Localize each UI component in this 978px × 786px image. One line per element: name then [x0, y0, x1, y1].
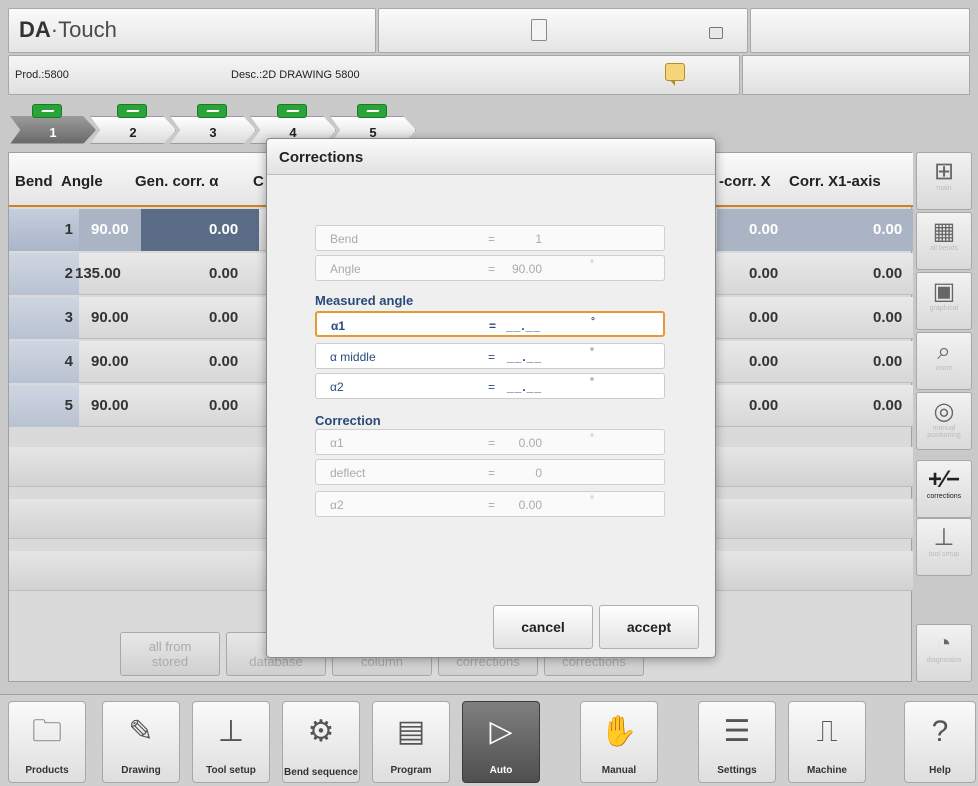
- nav-drawing[interactable]: ✎ Drawing: [102, 701, 180, 783]
- measured-alpha1-input[interactable]: α1 = __.__ °: [315, 311, 665, 337]
- cell-angle: 90.00: [91, 353, 129, 370]
- cell-corr-x1: 0.00: [873, 265, 903, 282]
- all-from-stored-button[interactable]: all from stored: [120, 632, 220, 676]
- sidebar-corrections[interactable]: +∕− corrections: [916, 460, 972, 518]
- field-angle: Angle = 90.00 °: [315, 255, 665, 281]
- nav-manual[interactable]: ✋ Manual: [580, 701, 658, 783]
- bend-up-icon: [32, 104, 62, 118]
- correction-deflect-field: deflect = 0: [315, 459, 665, 485]
- bend-down-icon: [197, 104, 227, 118]
- nav-program[interactable]: ▤ Program: [372, 701, 450, 783]
- settings-icon: ☰: [723, 715, 751, 748]
- calculator-icon[interactable]: [531, 19, 547, 41]
- col-gen-corr: Gen. corr. α: [135, 173, 219, 190]
- plus-minus-icon: +∕−: [927, 466, 961, 493]
- selected-cell[interactable]: [141, 209, 259, 251]
- program-icon: ▤: [396, 715, 426, 748]
- product-description: Desc.:2D DRAWING 5800: [231, 69, 360, 81]
- cell-gen-corr: 0.00: [209, 309, 239, 326]
- sidebar-main[interactable]: ⊞ main: [916, 152, 972, 210]
- machine-icon: ⎍: [816, 715, 838, 748]
- correction-heading: Correction: [315, 413, 381, 428]
- cell-corr-x: 0.00: [749, 397, 779, 414]
- help-icon: ?: [931, 715, 949, 748]
- cell-gen-corr: 0.00: [209, 397, 239, 414]
- measured-alpha-middle-input[interactable]: α middle = __.__ °: [315, 343, 665, 369]
- product-info: Prod.:5800 Desc.:2D DRAWING 5800: [8, 55, 740, 95]
- nav-products[interactable]: 🗀 Products: [8, 701, 86, 783]
- nav-auto[interactable]: ▷ Auto: [462, 701, 540, 783]
- correction-alpha2-field: α2 = 0.00 °: [315, 491, 665, 517]
- cell-corr-x: 0.00: [749, 221, 779, 238]
- dialog-title: Corrections: [267, 139, 715, 175]
- graphical-icon: ▣: [932, 278, 956, 305]
- main-view-icon: ⊞: [933, 158, 955, 185]
- col-bend: Bend: [15, 173, 53, 190]
- field-bend: Bend = 1: [315, 225, 665, 251]
- tab-bend-3[interactable]: 3: [170, 116, 256, 144]
- bend-down-icon: [277, 104, 307, 118]
- calculator-box[interactable]: [378, 8, 748, 53]
- brand-logo: DA·Touch: [8, 8, 376, 53]
- sidebar-zoom[interactable]: ⌕ zoom: [916, 332, 972, 390]
- measured-angle-heading: Measured angle: [315, 293, 414, 308]
- bend-down-icon: [117, 104, 147, 118]
- cell-corr-x: 0.00: [749, 353, 779, 370]
- nav-help[interactable]: ? Help: [904, 701, 976, 783]
- nav-machine[interactable]: ⎍ Machine: [788, 701, 866, 783]
- correction-alpha1-field: α1 = 0.00 °: [315, 429, 665, 455]
- product-info-bar: Prod.:5800 Desc.:2D DRAWING 5800: [8, 55, 970, 95]
- bend-sequence-icon: ⚙: [307, 715, 335, 748]
- cell-angle: 135.00: [75, 265, 121, 282]
- cell-corr-x: 0.00: [749, 309, 779, 326]
- measured-alpha2-input[interactable]: α2 = __.__ °: [315, 373, 665, 399]
- header-right-box-2: [742, 55, 970, 95]
- sidebar-graphical[interactable]: ▣ graphical: [916, 272, 972, 330]
- sidebar-tool-setup[interactable]: ⊥ tool setup: [916, 518, 972, 576]
- hand-icon: ✋: [600, 715, 638, 748]
- all-bends-icon: ▦: [932, 218, 956, 245]
- sidebar-all-bends[interactable]: ▦ all bends: [916, 212, 972, 270]
- padlock-icon[interactable]: [709, 27, 723, 39]
- cell-corr-x1: 0.00: [873, 309, 903, 326]
- bend-down-icon: [357, 104, 387, 118]
- nav-tool-setup[interactable]: ⊥ Tool setup: [192, 701, 270, 783]
- folder-icon: 🗀: [32, 715, 62, 748]
- pencil-icon: ✎: [128, 715, 154, 748]
- magnifier-icon: ⌕: [937, 338, 951, 365]
- cancel-button[interactable]: cancel: [493, 605, 593, 649]
- play-icon: ▷: [489, 715, 513, 748]
- bottom-navigation: 🗀 Products ✎ Drawing ⊥ Tool setup ⚙ Bend seq…: [0, 694, 978, 786]
- cell-gen-corr: 0.00: [209, 265, 239, 282]
- tab-bend-2[interactable]: 2: [90, 116, 176, 144]
- cell-corr-x1: 0.00: [873, 221, 903, 238]
- cell-corr-x: 0.00: [749, 265, 779, 282]
- nav-settings[interactable]: ☰ Settings: [698, 701, 776, 783]
- header-bar: DA·Touch: [8, 8, 970, 53]
- cell-angle: 90.00: [91, 397, 129, 414]
- tab-bend-1[interactable]: 1: [10, 116, 96, 144]
- sidebar-diagnostics[interactable]: ◔ diagnostics: [916, 624, 972, 682]
- tool-setup-icon: ⊥: [933, 524, 955, 551]
- cell-gen-corr: 0.00: [209, 353, 239, 370]
- diagnostics-icon: ◔: [936, 630, 952, 657]
- cell-gen-corr: 0.00: [209, 221, 239, 238]
- header-right-box: [750, 8, 970, 53]
- col-angle: Angle: [61, 173, 103, 190]
- manual-positioning-icon: ◎: [933, 398, 955, 425]
- col-corr-x: -corr. X: [719, 173, 771, 190]
- sidebar-manual-positioning[interactable]: ◎ manual positioning: [916, 392, 972, 450]
- corrections-dialog: Corrections Bend = 1 Angle = 90.00 ° Measured…: [266, 138, 716, 658]
- cell-corr-x1: 0.00: [873, 397, 903, 414]
- accept-button[interactable]: accept: [599, 605, 699, 649]
- nav-bend-sequence[interactable]: ⚙ Bend sequence: [282, 701, 360, 783]
- product-number: Prod.:5800: [15, 69, 69, 81]
- cell-angle: 90.00: [91, 221, 129, 238]
- cell-corr-x1: 0.00: [873, 353, 903, 370]
- cell-angle: 90.00: [91, 309, 129, 326]
- col-c: C: [253, 173, 264, 190]
- tool-setup-icon: ⊥: [217, 715, 245, 748]
- note-icon[interactable]: [665, 63, 685, 86]
- col-corr-x1: Corr. X1-axis: [789, 173, 881, 190]
